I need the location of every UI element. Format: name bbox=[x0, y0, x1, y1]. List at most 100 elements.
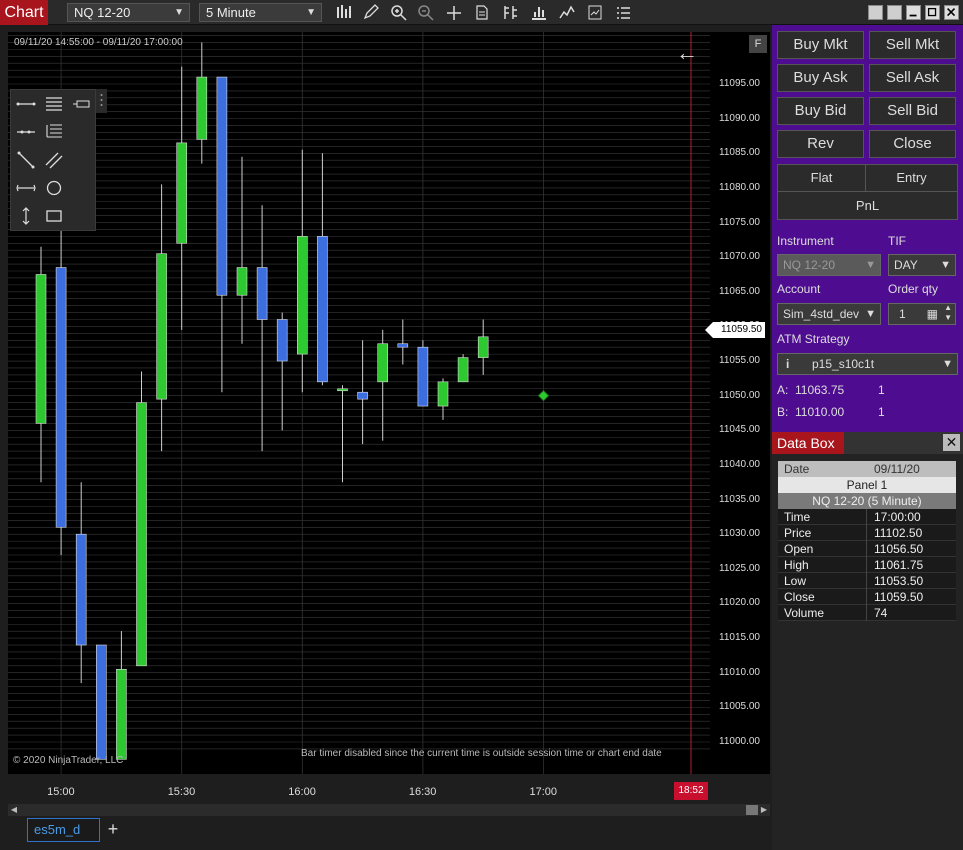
close-window-button[interactable] bbox=[944, 5, 959, 20]
data-series-icon[interactable] bbox=[472, 3, 492, 22]
price-tick-label: 11065.00 bbox=[719, 285, 760, 297]
candle-body bbox=[75, 533, 87, 646]
stepper-arrows-icon[interactable]: ▲ ▼ bbox=[944, 303, 952, 323]
chart-trader-icon[interactable] bbox=[557, 3, 577, 22]
zoom-in-icon[interactable] bbox=[389, 3, 409, 22]
maximize-button[interactable] bbox=[925, 5, 940, 20]
draw-pencil-icon[interactable] bbox=[361, 3, 381, 22]
order-qty-stepper[interactable]: 1 ▦ ▲ ▼ bbox=[888, 303, 956, 325]
sell-ask-button[interactable]: Sell Ask bbox=[869, 64, 956, 92]
tab-es5m-d[interactable]: es5m_d bbox=[27, 818, 100, 842]
candle-body bbox=[296, 236, 308, 355]
order-qty-value: 1 bbox=[899, 307, 906, 321]
bar-type-icon[interactable] bbox=[334, 3, 354, 22]
interval-selector[interactable]: 5 Minute ▼ bbox=[199, 3, 322, 22]
candle-body bbox=[136, 402, 147, 667]
properties-icon[interactable] bbox=[585, 3, 605, 22]
chart-trader-toggle-button[interactable]: F bbox=[749, 35, 767, 53]
databox-row-value: 11059.50 bbox=[874, 590, 924, 604]
vertical-line-tool-icon[interactable] bbox=[15, 205, 37, 227]
databox-date-row: Date 09/11/20 bbox=[778, 461, 956, 477]
close-icon[interactable]: ✕ bbox=[943, 434, 960, 451]
candle-body bbox=[377, 343, 389, 383]
databox-row-key: Time bbox=[784, 510, 811, 524]
time-axis[interactable]: 15:00 15:30 16:00 16:30 17:00 bbox=[8, 776, 710, 804]
sell-market-button[interactable]: Sell Mkt bbox=[869, 31, 956, 59]
instrument-field[interactable]: NQ 12-20 ▼ bbox=[777, 254, 881, 276]
reverse-button[interactable]: Rev bbox=[777, 130, 864, 158]
add-tab-button[interactable]: + bbox=[103, 818, 123, 840]
ray-tool-icon[interactable] bbox=[15, 149, 37, 171]
databox-row: Volume 74 bbox=[778, 605, 956, 621]
indicators-icon[interactable] bbox=[501, 3, 521, 22]
candle-body bbox=[417, 346, 429, 407]
entry-price-status: Entry bbox=[865, 164, 958, 192]
chevron-down-icon: ▼ bbox=[865, 259, 876, 271]
horizontal-scrollbar[interactable]: ◀ ▶ bbox=[8, 804, 770, 816]
parallel-channel-tool-icon[interactable] bbox=[43, 149, 65, 171]
candle-body bbox=[55, 267, 67, 528]
sell-bid-button[interactable]: Sell Bid bbox=[869, 97, 956, 125]
databox-row-divider bbox=[866, 573, 867, 589]
ask-price: 11063.75 bbox=[795, 383, 845, 397]
atm-strategy-label: ATM Strategy bbox=[777, 332, 850, 346]
chart-panel[interactable]: 09/11/20 14:55:00 - 09/11/20 17:00:00 © … bbox=[8, 32, 710, 774]
databox-panel: Date 09/11/20 Panel 1 NQ 12-20 (5 Minute… bbox=[772, 454, 963, 850]
price-tick-label: 11075.00 bbox=[719, 216, 760, 228]
zoom-out-icon[interactable] bbox=[416, 3, 436, 22]
close-position-button[interactable]: Close bbox=[869, 130, 956, 158]
databox-row-divider bbox=[866, 525, 867, 541]
info-icon[interactable]: i bbox=[786, 354, 789, 374]
account-select[interactable]: Sim_4std_dev ▼ bbox=[777, 303, 881, 325]
databox-row: High 11061.75 bbox=[778, 557, 956, 573]
buy-ask-button[interactable]: Buy Ask bbox=[777, 64, 864, 92]
atm-strategy-select[interactable]: i p15_s10c1t ▼ bbox=[777, 353, 958, 375]
time-tick-label: 15:30 bbox=[167, 786, 196, 798]
chevron-down-icon: ▼ bbox=[174, 7, 184, 18]
chevron-down-icon: ▼ bbox=[940, 259, 951, 271]
ruler-tool-icon[interactable] bbox=[71, 93, 93, 115]
price-tick-label: 11030.00 bbox=[719, 528, 760, 540]
strategies-icon[interactable] bbox=[529, 3, 549, 22]
fibonacci-tool-icon[interactable] bbox=[43, 121, 65, 143]
databox-row-divider bbox=[866, 557, 867, 573]
buy-market-button[interactable]: Buy Mkt bbox=[777, 31, 864, 59]
palette-drag-handle[interactable] bbox=[96, 89, 107, 113]
calculator-icon[interactable]: ▦ bbox=[927, 304, 938, 324]
scroll-to-end-icon[interactable]: ← bbox=[676, 42, 698, 64]
line-tool-icon[interactable] bbox=[15, 93, 37, 115]
scroll-right-icon[interactable]: ▶ bbox=[758, 804, 770, 816]
tif-select[interactable]: DAY ▼ bbox=[888, 254, 956, 276]
rectangle-tool-icon[interactable] bbox=[43, 205, 65, 227]
extended-line-tool-icon[interactable] bbox=[15, 121, 37, 143]
ask-label: A: bbox=[777, 383, 789, 397]
databox-row: Low 11053.50 bbox=[778, 573, 956, 589]
minimize-button[interactable] bbox=[906, 5, 921, 20]
scrollbar-thumb[interactable] bbox=[746, 805, 758, 815]
measure-tool-icon[interactable] bbox=[15, 177, 37, 199]
databox-row-divider bbox=[866, 541, 867, 557]
chart-trader-panel: Buy Mkt Sell Mkt Buy Ask Sell Ask Buy Bi… bbox=[772, 25, 963, 432]
price-axis[interactable]: 11095.00 11090.00 11085.00 11080.00 11075.00… bbox=[710, 32, 770, 774]
title-toolbar: Chart NQ 12-20 ▼ 5 Minute ▼ bbox=[0, 0, 963, 25]
window-sync-button[interactable] bbox=[887, 5, 902, 20]
chart-window: Chart NQ 12-20 ▼ 5 Minute ▼ 09/11/20 14:… bbox=[0, 0, 963, 850]
ellipse-tool-icon[interactable] bbox=[43, 177, 65, 199]
window-pin-button[interactable] bbox=[868, 5, 883, 20]
horizontal-lines-tool-icon[interactable] bbox=[43, 93, 65, 115]
close-icon bbox=[947, 8, 956, 17]
crosshair-icon[interactable] bbox=[444, 3, 464, 22]
time-tick-label: 16:30 bbox=[408, 786, 437, 798]
databox-row-value: 17:00:00 bbox=[874, 510, 921, 524]
buy-bid-button[interactable]: Buy Bid bbox=[777, 97, 864, 125]
scroll-left-icon[interactable]: ◀ bbox=[8, 804, 20, 816]
candle-body bbox=[477, 336, 489, 358]
instrument-field-value: NQ 12-20 bbox=[783, 258, 836, 272]
databox-row: Price 11102.50 bbox=[778, 525, 956, 541]
candle-body bbox=[156, 253, 167, 400]
candle-body bbox=[457, 357, 469, 383]
price-tick-label: 11040.00 bbox=[719, 458, 760, 470]
position-flat-status: Flat bbox=[777, 164, 866, 192]
instrument-selector[interactable]: NQ 12-20 ▼ bbox=[67, 3, 190, 22]
templates-icon[interactable] bbox=[613, 3, 633, 22]
